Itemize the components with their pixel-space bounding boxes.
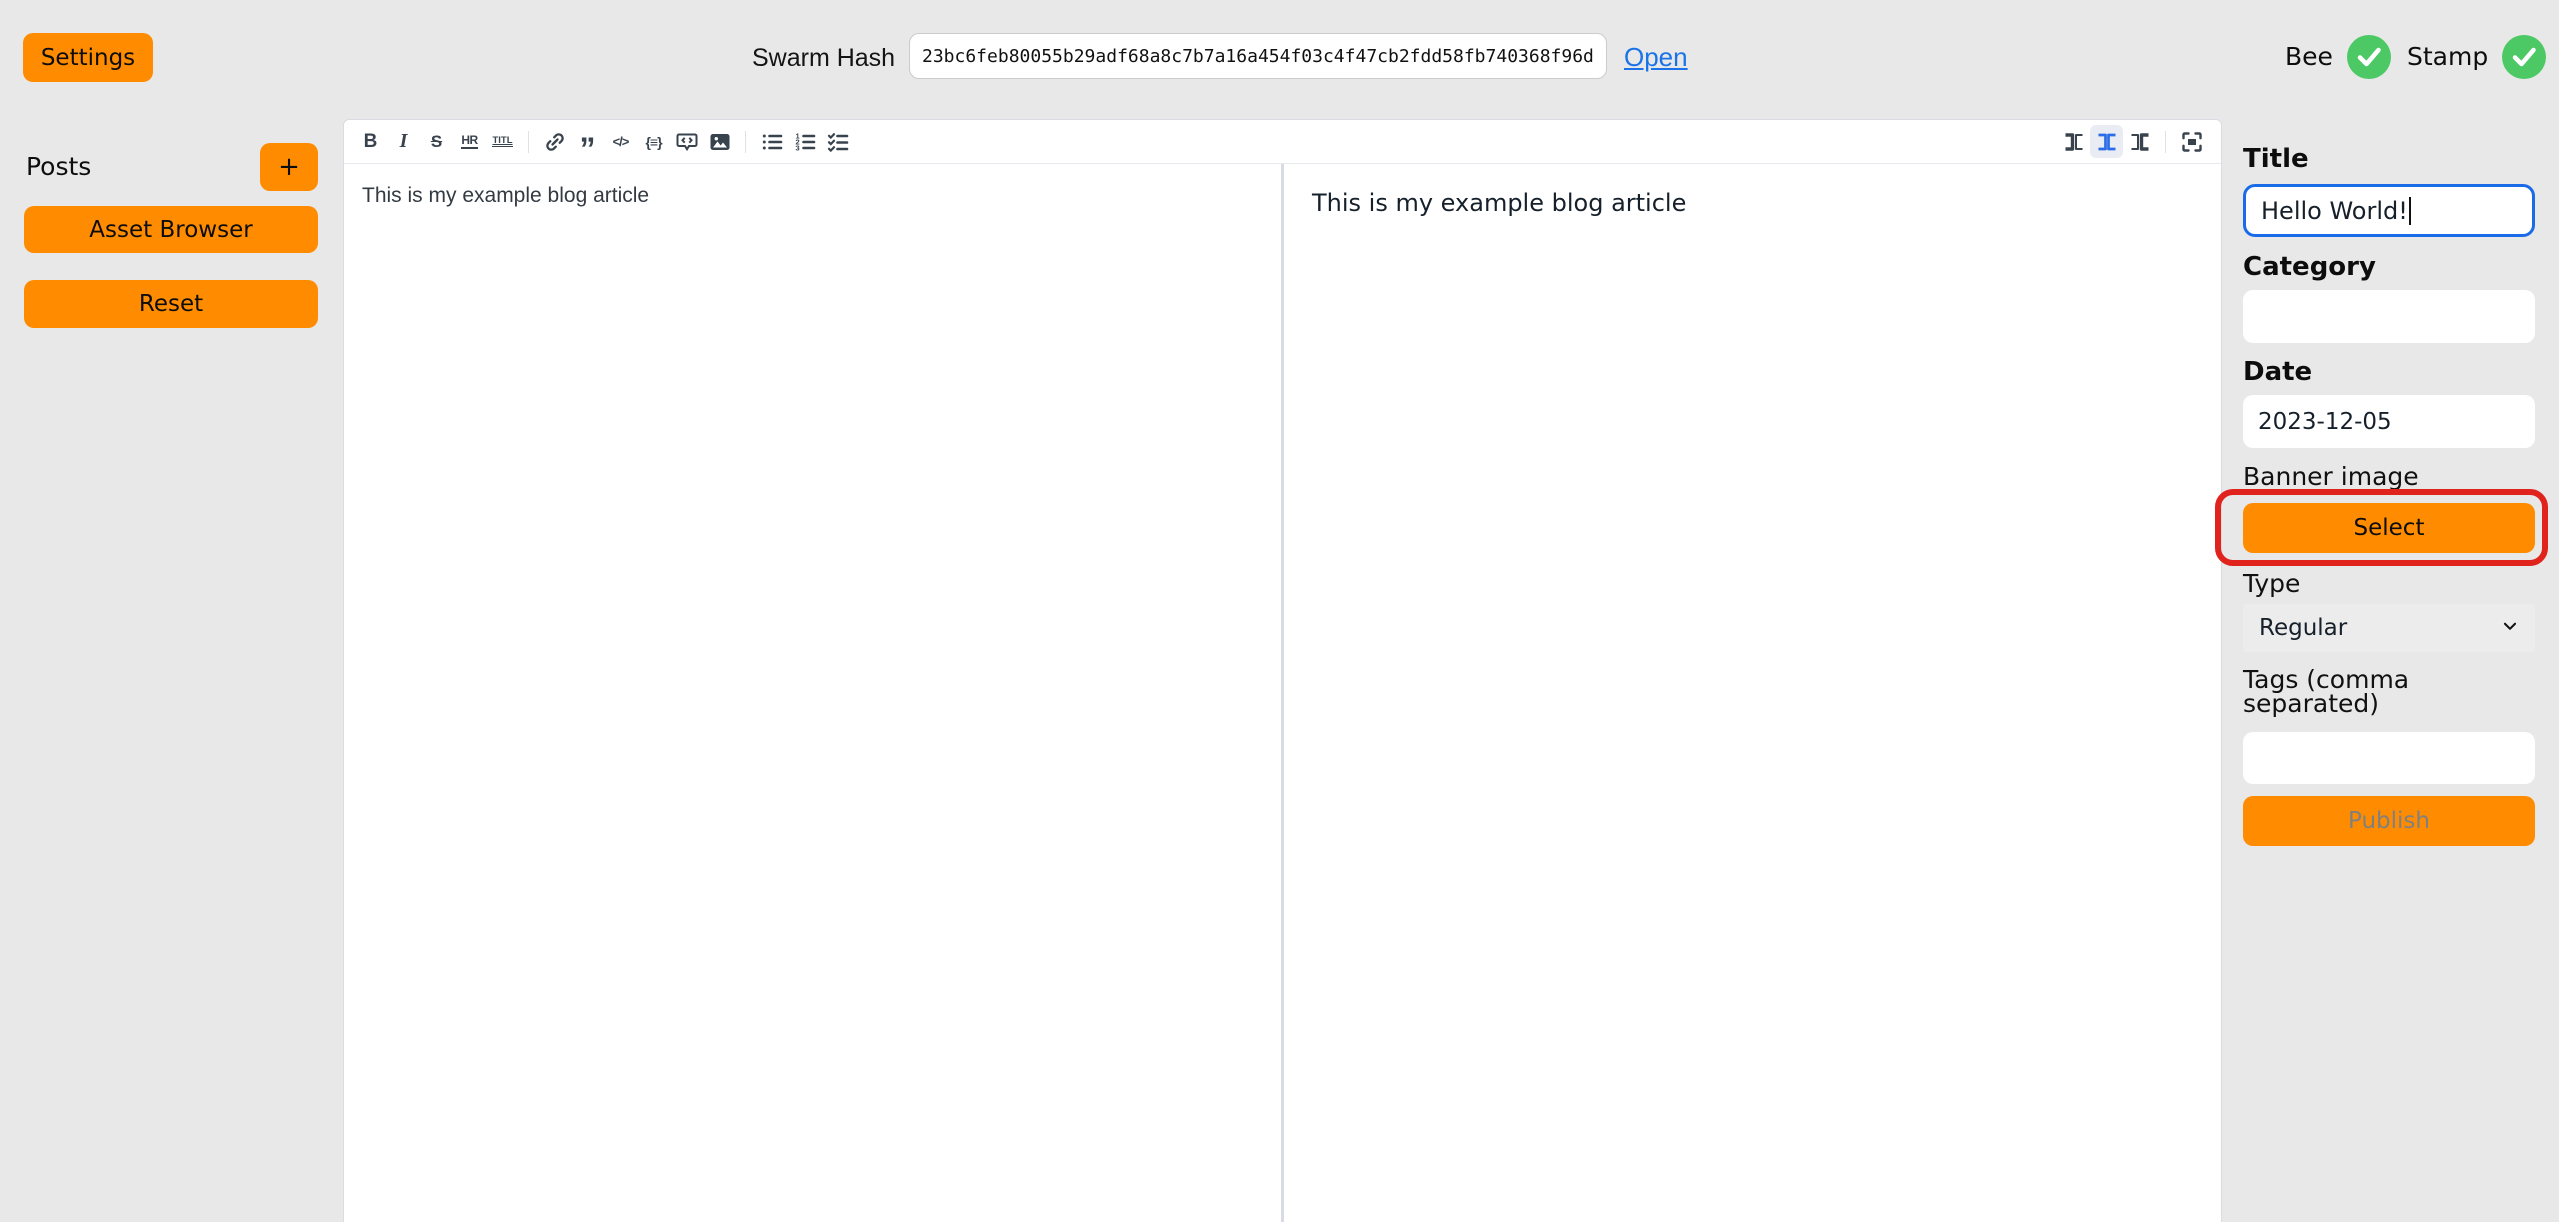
title-input[interactable]: Hello World! — [2243, 184, 2535, 237]
publish-button[interactable]: Publish — [2243, 796, 2535, 846]
reset-button[interactable]: Reset — [24, 280, 318, 328]
toolbar-separator — [745, 131, 746, 153]
bee-check-icon — [2347, 35, 2391, 79]
task-list-icon — [826, 130, 850, 154]
bold-icon: B — [364, 131, 378, 153]
layout-editor-only-icon — [2062, 130, 2086, 154]
title-label: Title — [2243, 147, 2535, 171]
bee-label: Bee — [2285, 35, 2333, 79]
image-icon — [708, 130, 732, 154]
swarm-hash-input[interactable]: 23bc6feb80055b29adf68a8c7b7a16a454f03c4f… — [909, 33, 1607, 79]
bee-status: Bee — [2285, 35, 2391, 79]
code-block-button[interactable]: {≡} — [637, 125, 670, 158]
link-button[interactable] — [538, 125, 571, 158]
category-input[interactable] — [2243, 290, 2535, 343]
swarm-hash-label: Swarm Hash — [752, 44, 895, 73]
title-heading-button[interactable]: TITL — [486, 125, 519, 158]
italic-icon: I — [400, 130, 408, 153]
bold-button[interactable]: B — [354, 125, 387, 158]
toolbar-separator — [2165, 131, 2166, 153]
type-label: Type — [2243, 572, 2535, 596]
type-value: Regular — [2259, 615, 2347, 641]
horizontal-rule-button[interactable]: HR — [453, 125, 486, 158]
settings-button[interactable]: Settings — [23, 33, 153, 82]
quote-icon: ” — [580, 130, 596, 154]
horizontal-rule-icon: HR — [461, 134, 477, 149]
date-label: Date — [2243, 360, 2535, 384]
toolbar-separator — [528, 131, 529, 153]
fullscreen-icon — [2180, 130, 2204, 154]
stamp-check-icon — [2502, 35, 2546, 79]
editor-container: B I S HR TITL ” </> {≡} — [343, 119, 2222, 1222]
ordered-list-icon: 123 — [793, 130, 817, 154]
strike-icon: S — [431, 132, 442, 152]
markdown-editor[interactable]: This is my example blog article — [344, 164, 1281, 1222]
text-cursor — [2409, 197, 2411, 225]
svg-text:3: 3 — [795, 143, 799, 152]
fullscreen-button[interactable] — [2175, 125, 2208, 158]
layout-split-icon — [2095, 130, 2119, 154]
title-value: Hello World! — [2261, 197, 2408, 225]
code-button[interactable]: </> — [604, 125, 637, 158]
preview-pane: This is my example blog article — [1284, 164, 2221, 1222]
editor-panes: This is my example blog article This is … — [344, 164, 2221, 1222]
html-block-button[interactable] — [670, 125, 703, 158]
add-post-button[interactable]: + — [260, 143, 318, 191]
posts-section-header: Posts + — [26, 143, 318, 191]
bullet-list-button[interactable] — [755, 125, 788, 158]
image-button[interactable] — [703, 125, 736, 158]
banner-image-label: Banner image — [2243, 465, 2535, 489]
properties-panel: Title Hello World! Category Date 2023-12… — [2222, 115, 2559, 1222]
date-input[interactable]: 2023-12-05 — [2243, 395, 2535, 448]
chevron-down-icon — [2501, 615, 2519, 641]
ordered-list-button[interactable]: 123 — [788, 125, 821, 158]
task-list-button[interactable] — [821, 125, 854, 158]
html-block-icon — [675, 130, 699, 154]
layout-split-button[interactable] — [2090, 125, 2123, 158]
stamp-label: Stamp — [2407, 35, 2488, 79]
link-icon — [543, 130, 567, 154]
type-select[interactable]: Regular — [2243, 604, 2535, 652]
code-icon: </> — [613, 134, 629, 149]
stamp-status: Stamp — [2407, 35, 2546, 79]
code-block-icon: {≡} — [645, 134, 661, 150]
bullet-list-icon — [760, 130, 784, 154]
title-heading-icon: TITL — [492, 136, 512, 148]
layout-editor-only-button[interactable] — [2057, 125, 2090, 158]
quote-button[interactable]: ” — [571, 125, 604, 158]
strike-button[interactable]: S — [420, 125, 453, 158]
posts-heading: Posts — [26, 152, 91, 181]
select-banner-button[interactable]: Select — [2243, 503, 2535, 553]
tags-input[interactable] — [2243, 732, 2535, 784]
italic-button[interactable]: I — [387, 125, 420, 158]
layout-preview-only-button[interactable] — [2123, 125, 2156, 158]
layout-preview-only-icon — [2128, 130, 2152, 154]
open-link[interactable]: Open — [1624, 42, 1688, 73]
category-label: Category — [2243, 255, 2535, 279]
tags-label: Tags (comma separated) — [2243, 668, 2535, 716]
asset-browser-button[interactable]: Asset Browser — [24, 206, 318, 253]
editor-toolbar: B I S HR TITL ” </> {≡} — [344, 120, 2221, 164]
